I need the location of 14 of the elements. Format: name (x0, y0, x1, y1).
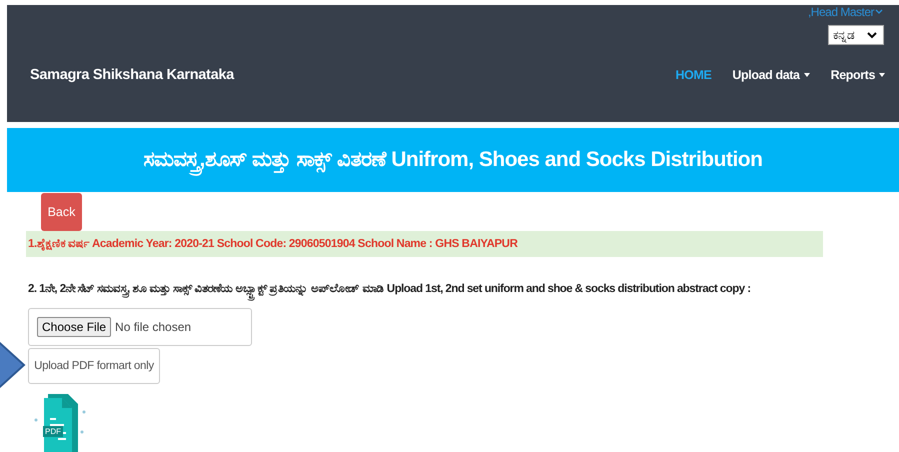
upload-pdf-button[interactable]: Upload PDF formart only (28, 348, 160, 384)
file-input[interactable]: Choose File No file chosen (28, 308, 252, 346)
nav-link[interactable]: HOME (676, 68, 712, 82)
back-button[interactable]: Back (41, 193, 82, 231)
school-info: 1.ಶೈಕ್ಷಣಿಕ ವರ್ಷ Academic Year: 2020-21 School Code: 29060501904 School Name : GHS BAIYAPUR (28, 238, 518, 250)
file-status: No file chosen (115, 320, 192, 334)
chevron-down-icon (875, 9, 883, 15)
upload-label: 2. 1ನೇ, 2ನೇ ಸೆಟ್ ಸಮವಸ್ತ್ರ, ಶೂ ಮತ್ತು ಸಾಕ್ಸ್ ವಿತರಣೆಯ ಅಬ್ಸ್ಟ್ರಾಕ್ಟ್ ಪ್ರತಿಯನ್ನು ಅಪ್‌ಲೋಡ್ ಮಾಡಿ Upload 1st, 2nd set uniform and shoe & socks distribution abstract copy : (28, 277, 751, 301)
nav-link[interactable]: Upload data (732, 68, 810, 82)
nav-link[interactable]: Reports (830, 68, 885, 82)
site-title[interactable]: Samagra Shikshana Karnataka (30, 67, 234, 83)
choose-file-button[interactable]: Choose File (37, 317, 112, 337)
chevron-down-icon (867, 32, 877, 38)
language-select[interactable]: ಕನ್ನಡ (828, 25, 884, 45)
